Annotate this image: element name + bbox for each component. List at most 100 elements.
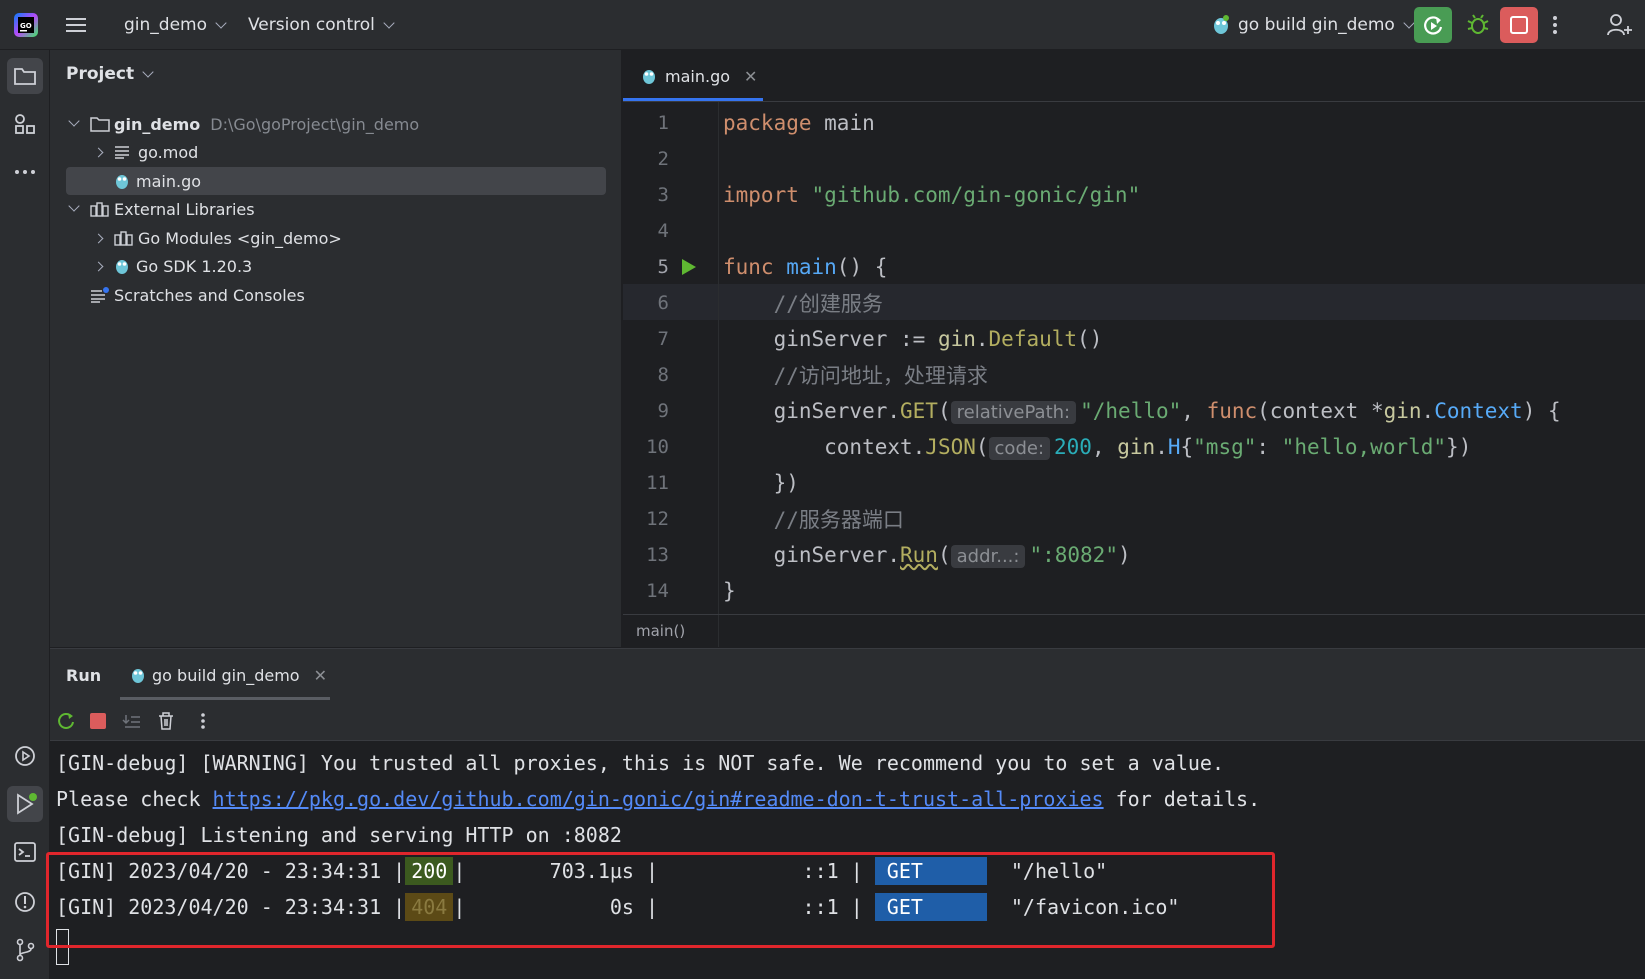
code-line[interactable]: 2	[623, 141, 1645, 177]
code-token: ,	[1181, 398, 1207, 423]
line-number: 14	[646, 580, 669, 602]
tree-item-go-mod[interactable]: go.mod	[90, 138, 198, 166]
rerun-button[interactable]	[1414, 7, 1452, 43]
code-token: gin	[1117, 434, 1156, 459]
terminal-tool-button[interactable]	[7, 834, 43, 870]
close-tab-icon[interactable]: ✕	[744, 67, 757, 86]
run-toolbar	[50, 701, 1645, 741]
tab-main-go[interactable]: main.go ✕	[623, 50, 763, 102]
tree-item-path: D:\Go\goProject\gin_demo	[210, 114, 420, 134]
console-cursor[interactable]	[56, 929, 69, 965]
tree-item-label: main.go	[136, 171, 202, 191]
code-line[interactable]: 1 package main	[623, 105, 1645, 141]
code-editor: main.go ✕ 1 package main 2 3 import "githu…	[623, 50, 1645, 647]
stop-icon	[1510, 16, 1528, 34]
tree-item-gin-demo[interactable]: gin_demo D:\Go\goProject\gin_demo	[66, 110, 419, 138]
tree-item-main-go[interactable]: main.go	[114, 167, 201, 195]
chevron-down-icon	[142, 65, 154, 78]
problems-tool-button[interactable]	[7, 884, 43, 920]
code-token: .	[1155, 434, 1168, 459]
more-actions-icon[interactable]	[1552, 0, 1558, 50]
project-tool-button[interactable]	[7, 58, 43, 94]
tree-item-external-libraries[interactable]: External Libraries	[66, 195, 255, 223]
code-line[interactable]: 10 context.JSON(code: 200, gin.H{"msg": "…	[623, 429, 1645, 465]
run-config-selector[interactable]: go build gin_demo	[1212, 0, 1415, 50]
line-number: 3	[657, 184, 669, 206]
code-token: (	[937, 542, 951, 567]
code-line[interactable]: 14}	[623, 573, 1645, 609]
services-tool-button[interactable]	[7, 738, 43, 774]
gopher-icon	[1214, 15, 1229, 34]
project-selector[interactable]: gin_demo	[124, 0, 227, 50]
library-icon	[114, 231, 133, 246]
rerun-icon[interactable]	[56, 711, 76, 735]
line-number: 9	[657, 400, 669, 422]
code-token: (context *	[1257, 398, 1384, 423]
version-control-menu[interactable]: Version control	[248, 0, 395, 50]
line-number: 12	[646, 508, 669, 530]
code-line[interactable]: 4	[623, 213, 1645, 249]
chevron-right-icon	[93, 233, 103, 243]
status-badge: 200	[405, 857, 454, 885]
code-token: JSON	[925, 434, 976, 459]
structure-tool-button[interactable]	[7, 106, 43, 142]
project-panel-title-text: Project	[66, 64, 135, 84]
stop-icon[interactable]	[88, 711, 108, 735]
file-lines-icon	[115, 146, 129, 159]
code-token: func	[1206, 398, 1258, 423]
code-line[interactable]: 6 //创建服务	[623, 285, 1645, 321]
code-line[interactable]: 3 import "github.com/gin-gonic/gin"	[623, 177, 1645, 213]
code-line[interactable]: 12 //服务器端口	[623, 501, 1645, 537]
stop-button[interactable]	[1500, 7, 1538, 43]
more-tools-button[interactable]	[7, 154, 43, 190]
project-name: gin_demo	[124, 15, 207, 35]
trash-icon[interactable]	[156, 711, 176, 735]
code-token: :	[1256, 434, 1282, 459]
tree-item-label: Go Modules <gin_demo>	[138, 228, 342, 248]
code-token: "msg"	[1193, 434, 1257, 459]
debug-button[interactable]	[1460, 7, 1496, 43]
app-logo-icon[interactable]: GO	[12, 0, 40, 50]
line-number: 4	[657, 220, 669, 242]
more-options-icon[interactable]	[200, 711, 206, 735]
code-token: import	[723, 183, 799, 207]
console-text: [GIN-debug] [WARNING] You trusted all pr…	[56, 751, 1224, 775]
code-token: Default	[988, 327, 1078, 351]
tree-item-go-modules[interactable]: Go Modules <gin_demo>	[90, 224, 342, 252]
editor-tab-bar: main.go ✕	[623, 50, 1645, 102]
code-token: ":8082"	[1029, 542, 1118, 567]
version-control-label: Version control	[248, 15, 375, 35]
tab-run-config[interactable]: go build gin_demo ✕	[130, 649, 327, 701]
tree-item-label: go.mod	[138, 142, 199, 162]
code-line[interactable]: 9 ginServer.GET(relativePath: "/hello", f…	[623, 393, 1645, 429]
console-request-line: [GIN] 2023/04/20 - 23:34:31 | 404 | 0s | :…	[56, 889, 1179, 925]
title-bar: GO gin_demo Version control go build gin…	[0, 0, 1645, 50]
project-panel-title[interactable]: Project	[66, 64, 154, 84]
main-menu-icon[interactable]	[66, 0, 88, 50]
code-token: 200	[1054, 434, 1092, 459]
close-tab-icon[interactable]: ✕	[314, 666, 327, 685]
tree-item-scratches[interactable]: Scratches and Consoles	[90, 281, 305, 309]
code-line[interactable]: 5 func main() {	[623, 249, 1645, 285]
breadcrumb[interactable]: main()	[623, 614, 1645, 647]
tool-window-strip	[0, 50, 50, 979]
code-line[interactable]: 13 ginServer.Run(addr...: ":8082")	[623, 537, 1645, 573]
add-user-icon[interactable]	[1606, 0, 1632, 50]
code-token: }	[723, 579, 736, 603]
scroll-to-end-icon[interactable]	[122, 711, 142, 735]
code-comment: //访问地址，处理请求	[723, 364, 988, 388]
run-gutter-icon[interactable]	[681, 257, 697, 281]
run-tool-button[interactable]	[7, 786, 43, 822]
code-line[interactable]: 8 //访问地址，处理请求	[623, 357, 1645, 393]
tree-item-go-sdk[interactable]: Go SDK 1.20.3	[90, 252, 252, 280]
gopher-file-icon	[643, 70, 655, 84]
code-line[interactable]: 7 ginServer := gin.Default()	[623, 321, 1645, 357]
code-line[interactable]: 11 })	[623, 465, 1645, 501]
status-badge: 404	[405, 893, 454, 921]
console-link[interactable]: https://pkg.go.dev/github.com/gin-gonic/…	[213, 787, 1104, 811]
tree-item-label: gin_demo	[114, 114, 201, 134]
git-tool-button[interactable]	[7, 932, 43, 968]
console-line: [GIN-debug] Listening and serving HTTP o…	[56, 817, 622, 853]
code-token: ()	[1077, 327, 1103, 351]
run-panel-title: Run	[66, 649, 101, 701]
